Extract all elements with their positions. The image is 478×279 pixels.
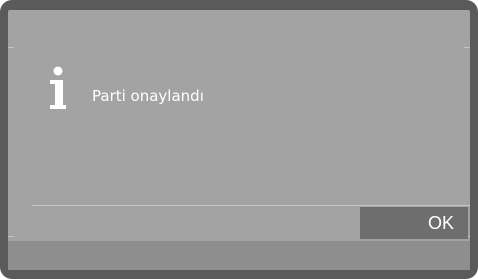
info-icon xyxy=(50,66,66,109)
screen-bottom-band xyxy=(8,241,470,270)
device-bezel: Parti onaylandı OK xyxy=(0,0,478,279)
dialog-message: Parti onaylandı xyxy=(92,87,204,105)
edge-tick xyxy=(8,236,14,237)
edge-tick xyxy=(464,47,470,48)
dialog-screen: Parti onaylandı OK xyxy=(8,10,470,270)
edge-tick xyxy=(8,47,14,48)
divider xyxy=(32,205,470,206)
ok-button[interactable]: OK xyxy=(360,207,468,239)
